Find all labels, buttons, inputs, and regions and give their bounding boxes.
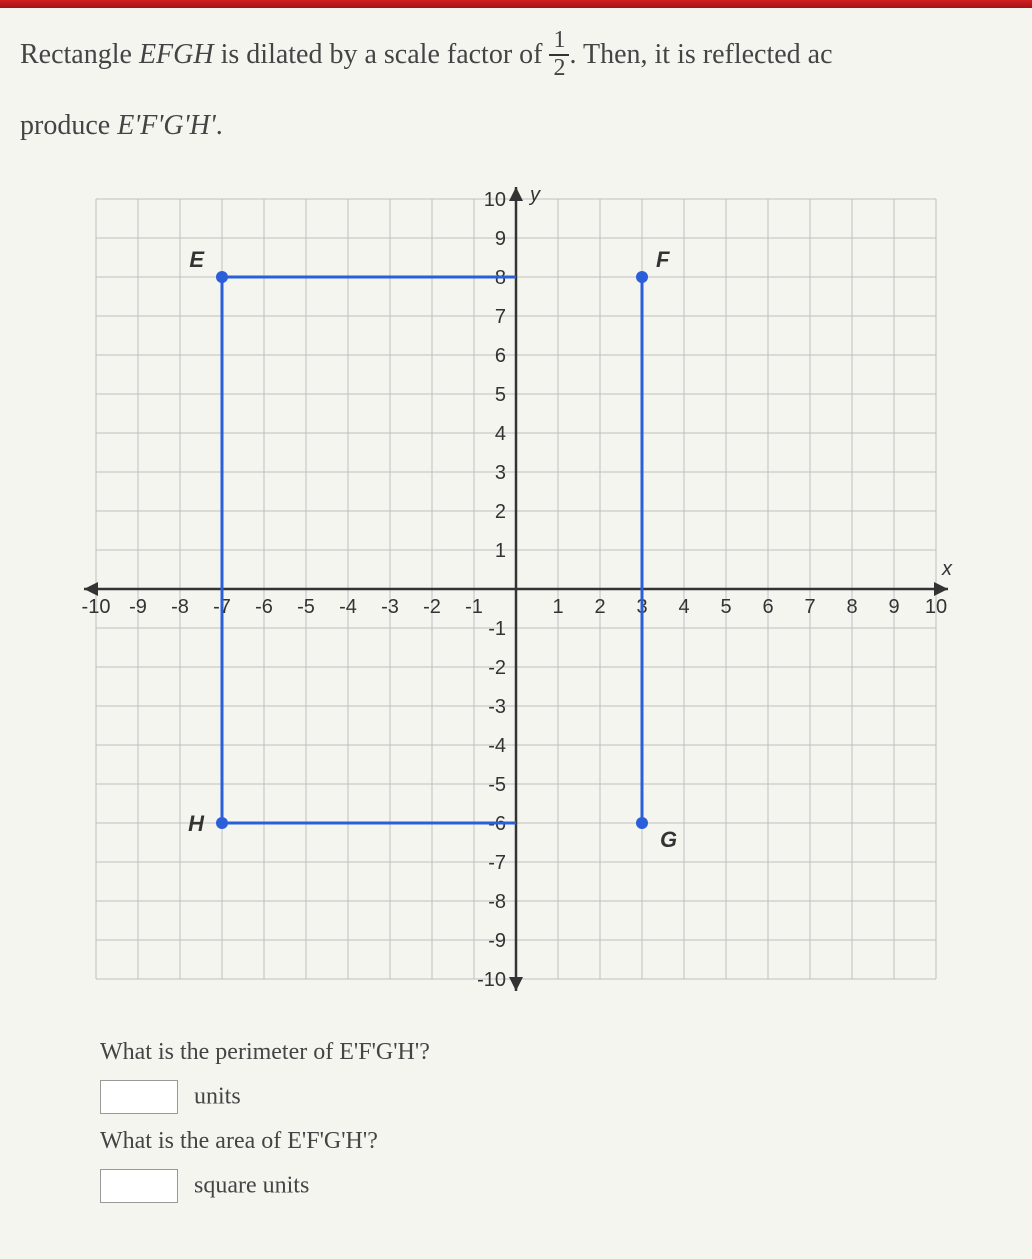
svg-text:5: 5 [720,596,731,618]
problem-statement: Rectangle EFGH is dilated by a scale fac… [20,30,1012,83]
svg-text:10: 10 [925,596,947,618]
svg-text:4: 4 [495,423,506,445]
svg-text:8: 8 [846,596,857,618]
line2-suffix: . [216,110,223,141]
coordinate-plane-wrap: -10 -9 -8 -7 -6 -5 -4 -3 -2 -1 1 2 3 4 5 6 7 8 9 10 -10 -9 -8 -… [20,169,1012,1009]
svg-text:3: 3 [495,462,506,484]
question-area: What is the area of E'F'G'H'? [100,1128,1012,1155]
svg-text:7: 7 [495,306,506,328]
svg-text:4: 4 [678,596,689,618]
content-area: Rectangle EFGH is dilated by a scale fac… [0,0,1032,1237]
coordinate-plane: -10 -9 -8 -7 -6 -5 -4 -3 -2 -1 1 2 3 4 5 6 7 8 9 10 -10 -9 -8 -… [66,169,966,1009]
svg-text:-1: -1 [488,618,506,640]
svg-text:2: 2 [594,596,605,618]
svg-text:G: G [660,827,677,852]
svg-text:-6: -6 [255,596,273,618]
svg-text:-7: -7 [488,852,506,874]
svg-text:9: 9 [495,228,506,250]
svg-text:y: y [528,184,541,206]
svg-text:-1: -1 [465,596,483,618]
answer-row-perimeter: units [100,1080,1012,1114]
area-units: square units [194,1173,309,1199]
svg-text:-9: -9 [488,930,506,952]
result-shape-name: E'F'G'H' [117,110,216,141]
questions-block: What is the perimeter of E'F'G'H'? units… [20,1039,1012,1203]
svg-text:x: x [941,558,953,580]
svg-text:-5: -5 [297,596,315,618]
svg-text:-10: -10 [477,969,506,991]
svg-text:-10: -10 [82,596,111,618]
svg-text:9: 9 [888,596,899,618]
svg-text:1: 1 [495,540,506,562]
line2-prefix: produce [20,110,117,141]
fraction-numerator: 1 [549,28,569,55]
answer-row-area: square units [100,1169,1012,1203]
svg-text:10: 10 [484,189,506,211]
svg-text:5: 5 [495,384,506,406]
svg-text:E: E [189,247,205,272]
shape-name: EFGH [139,39,214,70]
svg-text:-3: -3 [488,696,506,718]
svg-text:1: 1 [552,596,563,618]
svg-text:-2: -2 [488,657,506,679]
fraction-half: 12 [549,28,569,80]
svg-text:F: F [656,247,670,272]
svg-text:-9: -9 [129,596,147,618]
svg-text:-8: -8 [171,596,189,618]
svg-text:2: 2 [495,501,506,523]
perimeter-units: units [194,1084,241,1110]
text-mid: is dilated by a scale factor of [214,39,550,70]
header-red-bar [0,0,1032,8]
area-input[interactable] [100,1169,178,1203]
text-suffix: . Then, it is reflected ac [569,39,832,70]
fraction-denominator: 2 [549,56,569,81]
svg-text:-5: -5 [488,774,506,796]
svg-text:-4: -4 [488,735,506,757]
svg-text:H: H [188,811,205,836]
svg-text:-8: -8 [488,891,506,913]
svg-text:6: 6 [495,345,506,367]
svg-text:6: 6 [762,596,773,618]
svg-text:7: 7 [804,596,815,618]
perimeter-input[interactable] [100,1080,178,1114]
svg-text:-3: -3 [381,596,399,618]
problem-statement-line2: produce E'F'G'H'. [20,101,1012,151]
question-perimeter: What is the perimeter of E'F'G'H'? [100,1039,1012,1066]
text-prefix: Rectangle [20,39,139,70]
svg-text:-2: -2 [423,596,441,618]
svg-text:-4: -4 [339,596,357,618]
